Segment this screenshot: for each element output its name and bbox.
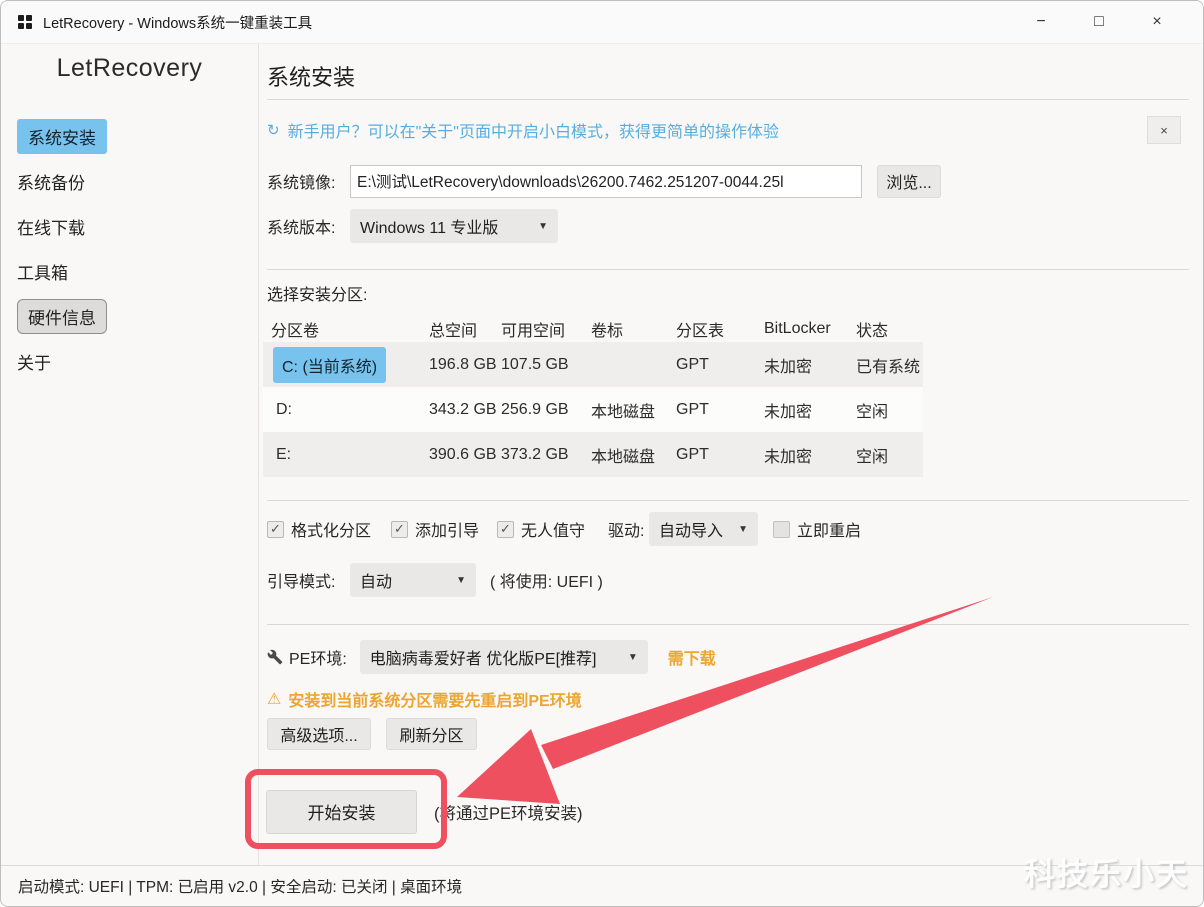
main-content: 系统安装 ↻ 新手用户？可以在"关于"页面中开启小白模式，获得更简单的操作体验 … — [260, 43, 1203, 865]
sidebar-item-system-install[interactable]: 系统安装 — [1, 114, 258, 159]
boot-mode-label: 引导模式: — [267, 574, 336, 591]
sidebar-nav: 系统安装 系统备份 在线下载 工具箱 硬件信息 关于 — [1, 114, 258, 384]
divider — [267, 624, 1189, 625]
partition-row-c[interactable]: C: (当前系统) 196.8 GB 107.5 GB GPT 未加密 已有系统 — [263, 342, 923, 387]
newbie-tip-banner: ↻ 新手用户？可以在"关于"页面中开启小白模式，获得更简单的操作体验 — [267, 115, 1143, 145]
boot-mode-dropdown[interactable]: 自动 ▼ — [350, 563, 476, 597]
window-title: LetRecovery - Windows系统一键重装工具 — [43, 15, 313, 32]
secondary-buttons-row: 高级选项... 刷新分区 — [267, 718, 477, 750]
driver-dropdown[interactable]: 自动导入 ▼ — [649, 512, 758, 546]
refresh-partitions-button[interactable]: 刷新分区 — [386, 718, 477, 750]
checkbox-unchecked-icon[interactable] — [773, 520, 790, 538]
chevron-down-icon: ▼ — [738, 523, 748, 535]
advanced-options-button[interactable]: 高级选项... — [267, 718, 371, 750]
add-boot-option[interactable]: ✓ 添加引导 — [391, 512, 479, 546]
pe-warning: ⚠ 安装到当前系统分区需要先重启到PE环境 — [267, 691, 582, 710]
partition-table-header: 分区卷 总空间 可用空间 卷标 分区表 BitLocker 状态 — [271, 320, 889, 340]
status-bar: 启动模式: UEFI | TPM: 已启用 v2.0 | 安全启动: 已关闭 |… — [1, 865, 1203, 906]
system-version-dropdown[interactable]: Windows 11 专业版 ▼ — [350, 209, 558, 243]
divider — [267, 269, 1189, 270]
pe-environment-row: PE环境: 电脑病毒爱好者 优化版PE[推荐] ▼ 需下载 — [267, 639, 716, 675]
system-version-row: 系统版本: Windows 11 专业版 ▼ — [267, 209, 558, 243]
wrench-icon — [267, 649, 283, 665]
banner-close-button[interactable]: × — [1147, 116, 1181, 144]
sidebar-item-online-download[interactable]: 在线下载 — [1, 204, 258, 249]
status-text: 启动模式: UEFI | TPM: 已启用 v2.0 | 安全启动: 已关闭 |… — [18, 879, 463, 896]
partition-row-d[interactable]: D: 343.2 GB 256.9 GB 本地磁盘 GPT 未加密 空闲 — [263, 387, 923, 432]
minimize-button[interactable]: − — [1012, 13, 1070, 31]
close-button[interactable]: × — [1128, 13, 1186, 31]
warning-icon: ⚠ — [267, 691, 282, 708]
sidebar: LetRecovery 系统安装 系统备份 在线下载 工具箱 硬件信息 关于 — [1, 43, 259, 865]
checkbox-checked-icon[interactable]: ✓ — [497, 520, 514, 538]
banner-text: 新手用户？可以在"关于"页面中开启小白模式，获得更简单的操作体验 — [287, 124, 779, 141]
title-bar: LetRecovery - Windows系统一键重装工具 − □ × — [1, 1, 1203, 43]
boot-mode-note: ( 将使用: UEFI ) — [490, 574, 603, 591]
selected-partition-chip: C: (当前系统) — [273, 346, 387, 383]
system-image-path-input[interactable] — [350, 164, 862, 198]
partition-section-title: 选择安装分区: — [267, 287, 368, 304]
pe-download-hint: 需下载 — [667, 651, 716, 668]
reboot-now-option[interactable]: 立即重启 — [773, 512, 861, 546]
sidebar-item-system-backup[interactable]: 系统备份 — [1, 159, 258, 204]
page-title: 系统安装 — [267, 65, 356, 90]
checkbox-checked-icon[interactable]: ✓ — [267, 520, 284, 538]
checkbox-checked-icon[interactable]: ✓ — [391, 520, 408, 538]
boot-mode-row: 引导模式: 自动 ▼ ( 将使用: UEFI ) — [267, 563, 603, 597]
system-image-label: 系统镜像: — [267, 175, 336, 192]
browse-button[interactable]: 浏览... — [877, 164, 941, 198]
format-partition-option[interactable]: ✓ 格式化分区 — [267, 512, 371, 546]
windows-logo-icon — [18, 15, 32, 29]
install-row: 开始安装 (将通过PE环境安装) — [266, 789, 583, 834]
start-install-button[interactable]: 开始安装 — [266, 789, 417, 834]
sidebar-item-hardware-info[interactable]: 硬件信息 — [1, 294, 258, 339]
sidebar-item-about[interactable]: 关于 — [1, 339, 258, 384]
pe-environment-label: PE环境: — [289, 651, 347, 668]
install-note: (将通过PE环境安装) — [434, 804, 583, 823]
divider — [267, 500, 1189, 501]
partition-row-e[interactable]: E: 390.6 GB 373.2 GB 本地磁盘 GPT 未加密 空闲 — [263, 432, 923, 477]
system-version-label: 系统版本: — [267, 220, 336, 237]
maximize-button[interactable]: □ — [1070, 13, 1128, 31]
partition-table: 分区卷 总空间 可用空间 卷标 分区表 BitLocker 状态 C: (当前系… — [263, 316, 923, 477]
chevron-down-icon: ▼ — [627, 651, 638, 663]
system-image-row: 系统镜像: 浏览... — [267, 164, 941, 198]
chevron-down-icon: ▼ — [456, 574, 466, 586]
watermark: 科技乐小天 — [1024, 857, 1189, 892]
unattended-option[interactable]: ✓ 无人值守 — [497, 512, 585, 546]
app-logo: LetRecovery — [56, 54, 203, 82]
window-controls: − □ × — [1012, 13, 1186, 31]
pe-environment-dropdown[interactable]: 电脑病毒爱好者 优化版PE[推荐] ▼ — [359, 640, 648, 674]
install-options-row: ✓ 格式化分区 ✓ 添加引导 ✓ 无人值守 驱动: 自动导入 ▼ 立即重启 — [267, 512, 1137, 546]
sidebar-item-toolbox[interactable]: 工具箱 — [1, 249, 258, 294]
close-icon: × — [1160, 122, 1168, 138]
app-window: LetRecovery - Windows系统一键重装工具 − □ × LetR… — [0, 0, 1204, 907]
chevron-down-icon: ▼ — [538, 220, 548, 232]
driver-label: 驱动: — [608, 523, 645, 540]
divider — [267, 99, 1189, 100]
hint-icon: ↻ — [267, 122, 280, 139]
